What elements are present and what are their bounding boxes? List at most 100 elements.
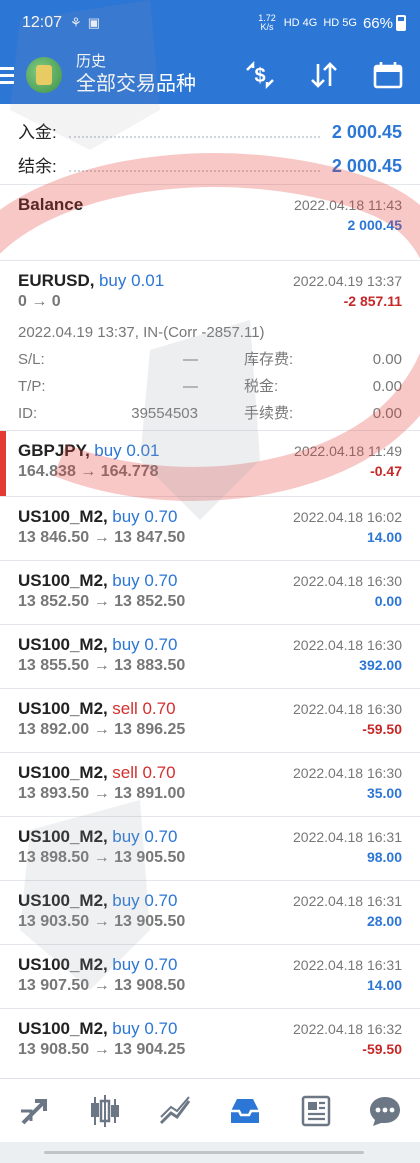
nav-history[interactable] [219,1085,271,1137]
calendar-button[interactable] [356,46,420,104]
chart-line-icon [159,1095,191,1124]
record-time: 2022.04.19 13:37 [293,273,402,289]
signal-1: HD 4G [283,17,318,29]
record-symbol: US100_M2, [18,699,108,718]
record-side: buy 0.70 [112,635,178,654]
home-indicator[interactable] [44,1151,364,1154]
record-symbol: US100_M2, [18,507,108,526]
nav-quotes[interactable] [79,1085,131,1137]
record-side: buy 0.01 [98,271,165,290]
record-profit: 392.00 [359,657,402,673]
record-comment: 2022.04.19 13:37, IN-(Corr -2857.11) [18,324,265,341]
list-item-selected[interactable]: GBPJPY, buy 0.01 2022.04.18 11:49 164.83… [0,430,420,496]
record-symbol: GBPJPY, [18,441,90,460]
candlestick-icon [91,1094,119,1127]
record-profit: 14.00 [366,529,402,545]
list-item[interactable]: US100_M2, buy 0.70 2022.04.18 16:30 13 8… [0,624,420,688]
menu-icon[interactable] [0,46,22,104]
record-side: sell 0.70 [112,699,176,718]
record-prices: 13 892.00 → 13 896.25 [18,721,186,738]
record-symbol: US100_M2, [18,571,108,590]
summary: 入金: 2 000.45 结余: 2 000.45 [0,104,420,186]
system-nav-bar [0,1142,420,1163]
record-prices: 13 908.50 → 13 904.25 [18,1041,186,1058]
currency-exchange-icon: $ [246,60,274,90]
record-prices: 0 → 0 [18,293,61,310]
record-prices: 13 852.50 → 13 852.50 [18,593,186,610]
record-prices: 13 846.50 → 13 847.50 [18,529,186,546]
toolbar-titles[interactable]: 历史 全部交易品种 [76,53,228,97]
record-time: 2022.04.18 16:31 [293,957,402,973]
deposit-label: 入金: [18,123,57,142]
record-time: 2022.04.18 16:31 [293,893,402,909]
record-prices: 13 898.50 → 13 905.50 [18,849,186,866]
list-item-expanded[interactable]: EURUSD, buy 0.01 2022.04.19 13:37 0 → 0 … [0,260,420,430]
record-side: buy 0.70 [112,571,178,590]
list-item[interactable]: US100_M2, buy 0.70 2022.04.18 16:32 13 9… [0,1008,420,1072]
record-profit: -0.47 [370,463,402,479]
record-time: 2022.04.18 16:30 [293,765,402,781]
list-item[interactable]: US100_M2, buy 0.70 2022.04.18 16:31 13 8… [0,816,420,880]
list-item[interactable]: US100_M2, sell 0.70 2022.04.18 16:30 13 … [0,752,420,816]
sort-icon [311,62,337,88]
list-item[interactable]: US100_M2, buy 0.70 2022.04.18 16:02 13 8… [0,496,420,560]
history-list: Balance 2022.04.18 11:43 2 000.45 EURUSD… [0,184,420,1072]
page-title: 全部交易品种 [76,73,196,95]
record-time: 2022.04.18 16:30 [293,637,402,653]
record-side: buy 0.70 [112,891,178,910]
balance-label: 结余: [18,157,57,176]
trade-arrows-icon [21,1098,47,1124]
page-subtitle: 历史 [76,53,107,70]
record-profit: 28.00 [366,913,402,929]
battery-icon [396,15,406,31]
record-prices: 13 903.50 → 13 905.50 [18,913,186,930]
list-item[interactable]: US100_M2, buy 0.70 2022.04.18 16:31 13 9… [0,944,420,1008]
nav-news[interactable] [289,1085,341,1137]
record-side: buy 0.70 [112,1019,178,1038]
deposit-value: 2 000.45 [331,122,402,142]
record-time: 2022.04.18 16:30 [293,701,402,717]
net-speed: 1.72 K/s [258,13,276,32]
news-icon [301,1095,331,1126]
record-symbol: US100_M2, [18,827,108,846]
status-time: 12:07 [22,14,63,31]
list-item-balance[interactable]: Balance 2022.04.18 11:43 2 000.45 [0,184,420,260]
list-item[interactable]: US100_M2, buy 0.70 2022.04.18 16:30 13 8… [0,560,420,624]
record-profit: 98.00 [366,849,402,865]
record-details: S/L: — 库存费: 0.00 T/P: — 税金: 0.00 ID: 395… [18,351,402,422]
currency-exchange-button[interactable]: $ [228,46,292,104]
svg-text:$: $ [254,65,265,87]
sort-button[interactable] [292,46,356,104]
record-symbol: US100_M2, [18,955,108,974]
list-item[interactable]: US100_M2, sell 0.70 2022.04.18 16:30 13 … [0,688,420,752]
calendar-icon [373,62,403,89]
history-inbox-icon [231,1098,259,1123]
record-profit: -59.50 [362,1041,402,1057]
record-side: buy 0.70 [112,955,178,974]
record-symbol: US100_M2, [18,891,108,910]
nav-trade[interactable] [9,1085,61,1137]
record-side: sell 0.70 [112,763,176,782]
nav-chart[interactable] [149,1085,201,1137]
bottom-nav [0,1078,420,1142]
nav-chat[interactable] [359,1085,411,1137]
app-logo [26,57,62,93]
list-item[interactable]: US100_M2, buy 0.70 2022.04.18 16:31 13 9… [0,880,420,944]
record-prices: 164.838 → 164.778 [18,463,159,480]
record-profit: 2 000.45 [347,217,403,233]
notification-icon: ⚘ [70,15,82,30]
record-side: buy 0.01 [94,441,160,460]
status-bar: 12:07 ⚘ ▣ 1.72 K/s HD 4G HD 5G 66% [0,0,420,46]
record-profit: -59.50 [362,721,402,737]
record-symbol: EURUSD, [18,271,95,290]
record-time: 2022.04.18 16:02 [293,509,402,525]
record-prices: 13 907.50 → 13 908.50 [18,977,186,994]
deposit-row: 入金: 2 000.45 [18,118,402,152]
record-prices: 13 855.50 → 13 883.50 [18,657,186,674]
balance-value: 2 000.45 [331,156,402,176]
record-symbol: US100_M2, [18,763,108,782]
signal-2: HD 5G [323,17,357,29]
record-time: 2022.04.18 11:49 [294,443,402,459]
balance-row: 结余: 2 000.45 [18,152,402,186]
record-symbol: US100_M2, [18,1019,108,1038]
